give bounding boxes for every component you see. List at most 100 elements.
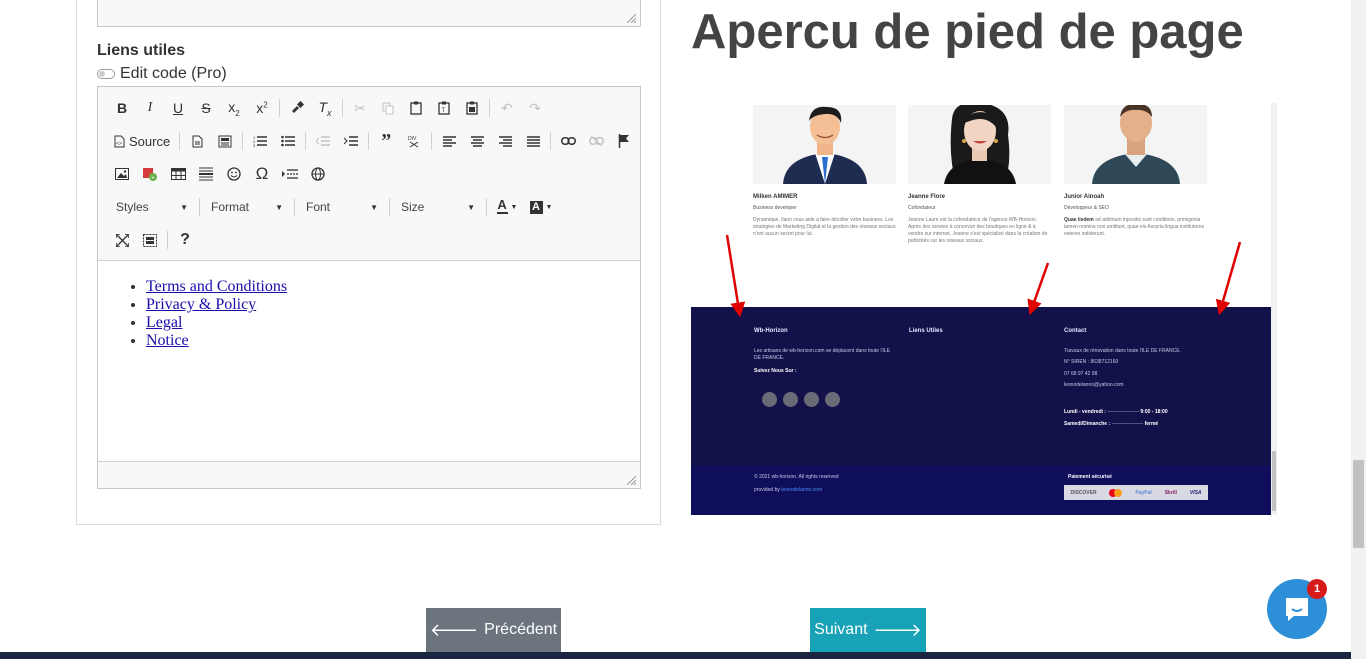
toolbar-separator bbox=[550, 132, 552, 150]
font-dropdown[interactable]: Font ▼ bbox=[298, 194, 386, 220]
italic-button[interactable]: I bbox=[136, 95, 164, 121]
iframe-globe-icon[interactable] bbox=[304, 161, 332, 187]
undo-icon[interactable]: ↶ bbox=[493, 95, 521, 121]
source-icon: <> bbox=[114, 135, 125, 147]
toolbar-separator bbox=[242, 132, 244, 150]
page: Liens utiles Edit code (Pro) B I U S x2 … bbox=[0, 0, 1366, 659]
create-div-icon[interactable]: DIV bbox=[400, 128, 428, 154]
page-break-icon[interactable] bbox=[276, 161, 304, 187]
paste-word-icon[interactable] bbox=[458, 95, 486, 121]
chat-bubble-icon bbox=[1286, 598, 1308, 621]
horizontal-rule-icon[interactable] bbox=[192, 161, 220, 187]
arrow-right-icon: 🡒 bbox=[873, 619, 922, 640]
list-item: Legal bbox=[146, 314, 640, 332]
remove-format-icon[interactable]: Tx bbox=[311, 95, 339, 121]
editor-content-area[interactable]: Terms and Conditions Privacy & Policy Le… bbox=[98, 262, 640, 462]
outdent-icon[interactable] bbox=[309, 128, 337, 154]
page-scrollbar[interactable] bbox=[1351, 0, 1366, 659]
chat-notification-badge: 1 bbox=[1307, 579, 1327, 599]
format-label: Format bbox=[211, 200, 250, 214]
editor-toolbar: B I U S x2 x2 Tx ✂ T ↶ ↷ <> Source 1 2 3… bbox=[98, 87, 640, 261]
superscript-button[interactable]: x2 bbox=[248, 95, 276, 121]
copy-icon[interactable] bbox=[374, 95, 402, 121]
copy-formatting-icon[interactable] bbox=[283, 95, 311, 121]
maximize-icon[interactable] bbox=[108, 227, 136, 253]
bold-button[interactable]: B bbox=[108, 95, 136, 121]
previous-button[interactable]: 🡐 Précédent bbox=[426, 608, 561, 652]
toolbar-separator bbox=[167, 231, 168, 249]
preview-scrollbar[interactable] bbox=[1271, 103, 1277, 515]
unlink-icon[interactable] bbox=[582, 128, 610, 154]
toolbar-row-5: ? bbox=[108, 227, 199, 253]
page-footer-strip bbox=[0, 652, 1351, 659]
underline-button[interactable]: U bbox=[164, 95, 192, 121]
background-color-button[interactable]: A ▼ bbox=[524, 194, 558, 220]
resize-handle-icon[interactable] bbox=[627, 14, 636, 23]
toolbar-separator bbox=[489, 99, 490, 117]
edit-code-toggle[interactable]: Edit code (Pro) bbox=[97, 65, 227, 83]
toggle-switch[interactable] bbox=[97, 69, 115, 79]
previous-label: Précédent bbox=[484, 621, 558, 638]
size-dropdown[interactable]: Size ▼ bbox=[393, 194, 483, 220]
show-blocks-icon[interactable] bbox=[136, 227, 164, 253]
text-color-button[interactable]: A ▼ bbox=[490, 194, 524, 220]
strikethrough-button[interactable]: S bbox=[192, 95, 220, 121]
svg-text:DIV: DIV bbox=[408, 136, 417, 142]
resize-handle-icon[interactable] bbox=[627, 476, 636, 485]
toolbar-row-3: + Ω bbox=[108, 161, 332, 187]
annotation-arrows bbox=[725, 234, 1242, 318]
flash-embed-icon[interactable]: + bbox=[136, 161, 164, 187]
svg-text:+: + bbox=[151, 175, 155, 181]
blockquote-icon[interactable]: ” bbox=[372, 128, 400, 154]
toolbar-separator bbox=[294, 198, 295, 216]
subscript-button[interactable]: x2 bbox=[220, 95, 248, 121]
paste-text-icon[interactable]: T bbox=[430, 95, 458, 121]
list-item: Privacy & Policy bbox=[146, 296, 640, 314]
align-left-icon[interactable] bbox=[435, 128, 463, 154]
font-label: Font bbox=[306, 200, 331, 214]
indent-icon[interactable] bbox=[337, 128, 365, 154]
align-right-icon[interactable] bbox=[491, 128, 519, 154]
align-center-icon[interactable] bbox=[463, 128, 491, 154]
red-arrow-icon bbox=[1215, 241, 1242, 316]
chevron-down-icon: ▼ bbox=[275, 202, 283, 212]
chevron-down-icon: ▼ bbox=[467, 202, 475, 212]
next-button[interactable]: Suivant 🡒 bbox=[810, 608, 926, 652]
toolbar-separator bbox=[486, 198, 487, 216]
new-page-icon[interactable] bbox=[183, 128, 211, 154]
cut-icon[interactable]: ✂ bbox=[346, 95, 374, 121]
preview-scrollbar-thumb[interactable] bbox=[1272, 451, 1276, 511]
toolbar-separator bbox=[342, 99, 343, 117]
useful-links-list: Terms and Conditions Privacy & Policy Le… bbox=[146, 278, 640, 350]
link-terms[interactable]: Terms and Conditions bbox=[146, 278, 287, 295]
help-button[interactable]: ? bbox=[171, 227, 199, 253]
smiley-icon[interactable] bbox=[220, 161, 248, 187]
format-dropdown[interactable]: Format ▼ bbox=[203, 194, 291, 220]
link-privacy[interactable]: Privacy & Policy bbox=[146, 296, 256, 313]
link-notice[interactable]: Notice bbox=[146, 332, 189, 349]
numbered-list-icon[interactable]: 123 bbox=[246, 128, 274, 154]
link-legal[interactable]: Legal bbox=[146, 314, 182, 331]
source-button[interactable]: <> Source bbox=[108, 128, 176, 154]
previous-editor-statusbar bbox=[97, 0, 641, 27]
toolbar-row-2: <> Source 123 ” DIV bbox=[108, 128, 638, 154]
paste-icon[interactable] bbox=[402, 95, 430, 121]
table-icon[interactable] bbox=[164, 161, 192, 187]
red-arrow-icon bbox=[725, 234, 746, 318]
redo-icon[interactable]: ↷ bbox=[521, 95, 549, 121]
link-icon[interactable] bbox=[554, 128, 582, 154]
edit-code-label: Edit code (Pro) bbox=[120, 65, 227, 82]
toolbar-separator bbox=[305, 132, 307, 150]
styles-dropdown[interactable]: Styles ▼ bbox=[108, 194, 196, 220]
justify-icon[interactable] bbox=[519, 128, 547, 154]
image-icon[interactable] bbox=[108, 161, 136, 187]
special-char-icon[interactable]: Ω bbox=[248, 161, 276, 187]
chevron-down-icon: ▼ bbox=[370, 202, 378, 212]
page-scrollbar-thumb[interactable] bbox=[1353, 460, 1364, 548]
bulleted-list-icon[interactable] bbox=[274, 128, 302, 154]
background-color-icon: A bbox=[529, 200, 543, 214]
anchor-flag-icon[interactable] bbox=[610, 128, 638, 154]
chevron-down-icon: ▼ bbox=[180, 202, 188, 212]
templates-icon[interactable] bbox=[211, 128, 239, 154]
toolbar-row-4: Styles ▼ Format ▼ Font ▼ Size ▼ A ▼ A ▼ bbox=[108, 194, 558, 220]
